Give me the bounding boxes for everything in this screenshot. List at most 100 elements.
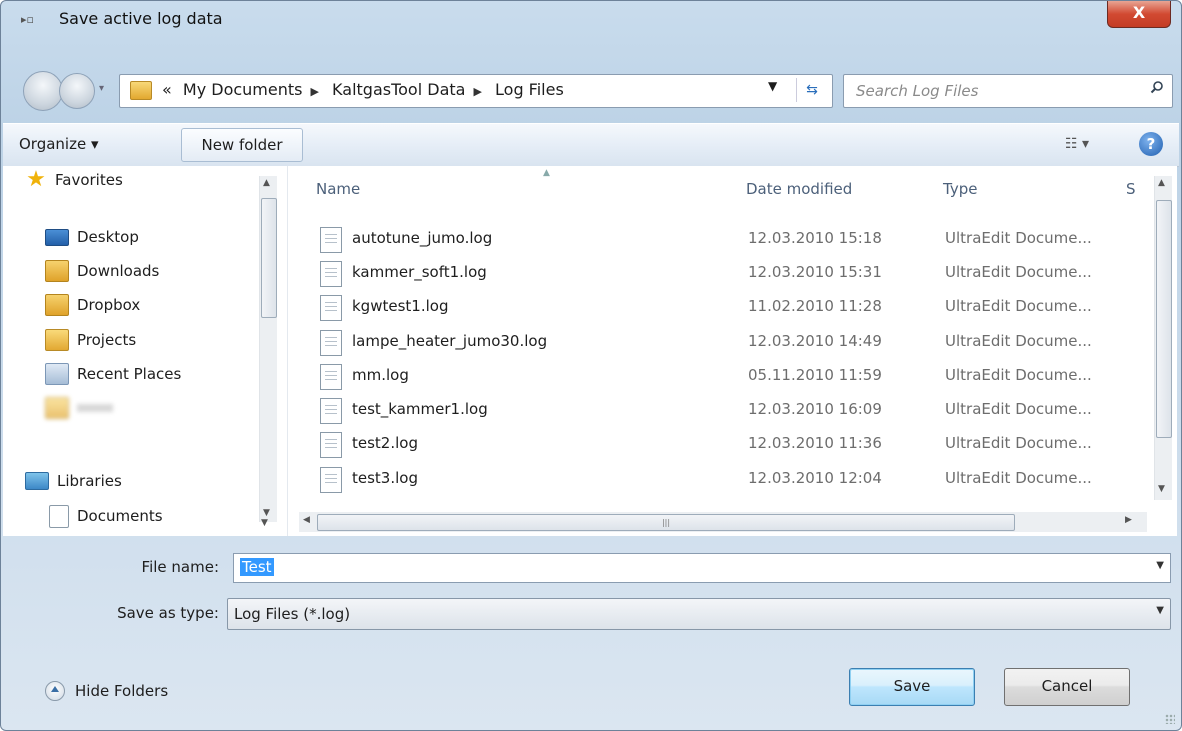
file-name-value[interactable]: Test (240, 558, 274, 576)
nav-item-redacted[interactable] (45, 394, 113, 422)
file-type: UltraEdit Docume... (945, 434, 1092, 452)
scroll-up-icon[interactable]: ▲ (263, 178, 270, 188)
nav-item-recent-places[interactable]: Recent Places (45, 360, 181, 388)
file-date: 05.11.2010 11:59 (748, 366, 882, 384)
column-header-date-modified[interactable]: Date modified (746, 180, 852, 198)
resize-grip-icon[interactable] (1165, 714, 1175, 724)
nav-item-label: Downloads (77, 262, 160, 280)
chevron-down-icon[interactable]: ▼ (768, 79, 777, 93)
scrollbar-thumb[interactable]: ||| (317, 514, 1015, 531)
column-header-name[interactable]: Name (316, 180, 360, 198)
breadcrumb-log-files[interactable]: Log Files (495, 80, 564, 99)
nav-item-label: Recent Places (77, 365, 182, 383)
log-file-icon (320, 330, 342, 356)
chevron-down-icon[interactable]: ▼ (1156, 605, 1164, 616)
sort-ascending-icon: ▲ (543, 168, 550, 178)
scroll-right-icon[interactable]: ▶ (1125, 515, 1132, 525)
log-file-icon (320, 432, 342, 458)
table-row[interactable]: test_kammer1.log 12.03.2010 16:09 UltraE… (318, 394, 1138, 426)
window-icon: ▸▫ (21, 13, 34, 26)
collapse-icon (45, 681, 65, 701)
nav-item-downloads[interactable]: Downloads (45, 257, 159, 285)
documents-icon (49, 504, 69, 528)
chevron-right-icon[interactable]: ▶ (473, 85, 481, 98)
nav-item-label: Desktop (77, 228, 139, 246)
scroll-left-icon[interactable]: ◀ (303, 515, 310, 525)
nav-item-dropbox[interactable]: Dropbox (45, 291, 140, 319)
recent-locations-icon[interactable]: ▾ (99, 83, 104, 94)
search-icon[interactable] (1150, 80, 1164, 94)
forward-button[interactable] (59, 73, 95, 109)
help-icon[interactable]: ? (1139, 132, 1163, 156)
breadcrumb-kaltgastool-data[interactable]: KaltgasTool Data (332, 80, 465, 99)
folder-icon (45, 329, 69, 351)
file-type: UltraEdit Docume... (945, 332, 1092, 350)
address-bar[interactable]: « My Documents ▶ KaltgasTool Data ▶ Log Fi… (119, 74, 833, 108)
breadcrumb-my-documents[interactable]: My Documents (183, 80, 303, 99)
nav-libraries[interactable]: Libraries (25, 467, 122, 495)
nav-vertical-scrollbar[interactable]: ▲ ▼ (259, 176, 277, 522)
scroll-down-icon[interactable]: ▼ (1158, 484, 1165, 494)
file-name: autotune_jumo.log (352, 229, 493, 247)
log-file-icon (320, 227, 342, 253)
new-folder-button[interactable]: New folder (181, 128, 303, 162)
hide-folders-button[interactable]: Hide Folders (45, 681, 168, 701)
libraries-icon (25, 472, 49, 490)
nav-favorites[interactable]: ★ Favorites (25, 166, 123, 194)
table-row[interactable]: kgwtest1.log 11.02.2010 11:28 UltraEdit … (318, 291, 1138, 323)
star-icon: ★ (26, 167, 46, 192)
file-name: test2.log (352, 434, 418, 452)
downloads-folder-icon (45, 260, 69, 282)
organize-button[interactable]: Organize ▾ (19, 135, 99, 153)
back-button[interactable] (23, 71, 63, 111)
file-name: test_kammer1.log (352, 400, 488, 418)
nav-item-desktop[interactable]: Desktop (45, 223, 139, 251)
breadcrumb-overflow[interactable]: « (162, 80, 172, 99)
table-row[interactable]: test2.log 12.03.2010 11:36 UltraEdit Doc… (318, 428, 1138, 460)
file-date: 12.03.2010 15:31 (748, 263, 882, 281)
chevron-right-icon[interactable]: ▶ (310, 85, 318, 98)
save-as-type-label: Save as type: (117, 604, 219, 622)
file-type: UltraEdit Docume... (945, 469, 1092, 487)
save-as-type-select[interactable]: Log Files (*.log) ▼ (227, 598, 1171, 630)
table-row[interactable]: mm.log 05.11.2010 11:59 UltraEdit Docume… (318, 360, 1138, 392)
close-button[interactable]: X (1107, 1, 1171, 28)
file-name: lampe_heater_jumo30.log (352, 332, 548, 350)
address-row: ▾ « My Documents ▶ KaltgasTool Data ▶ Log … (1, 65, 1181, 117)
table-row[interactable]: test3.log 12.03.2010 12:04 UltraEdit Doc… (318, 463, 1138, 495)
save-button[interactable]: Save (849, 668, 975, 706)
scroll-up-icon[interactable]: ▲ (1158, 178, 1165, 188)
file-date: 12.03.2010 14:49 (748, 332, 882, 350)
table-row[interactable]: kammer_soft1.log 12.03.2010 15:31 UltraE… (318, 257, 1138, 289)
cancel-button[interactable]: Cancel (1004, 668, 1130, 706)
chevron-down-icon[interactable]: ▼ (1156, 560, 1164, 571)
refresh-icon[interactable]: ⇆ (796, 78, 827, 102)
file-name-field[interactable]: Test ▼ (233, 553, 1171, 583)
log-file-icon (320, 261, 342, 287)
file-name: kgwtest1.log (352, 297, 449, 315)
nav-item-label: Projects (77, 331, 137, 349)
nav-item-documents[interactable]: Documents (49, 502, 163, 530)
file-type: UltraEdit Docume... (945, 297, 1092, 315)
save-as-type-value: Log Files (*.log) (234, 605, 351, 623)
scroll-down-icon[interactable]: ▼ (261, 518, 268, 528)
table-row[interactable]: autotune_jumo.log 12.03.2010 15:18 Ultra… (318, 223, 1138, 255)
scrollbar-thumb[interactable] (1156, 200, 1172, 438)
log-file-icon (320, 398, 342, 424)
dropbox-folder-icon (45, 294, 69, 316)
file-name: test3.log (352, 469, 418, 487)
column-header-size[interactable]: S (1126, 180, 1136, 198)
file-date: 11.02.2010 11:28 (748, 297, 882, 315)
save-dialog: ▸▫ Save active log data X ▾ « My Documen… (0, 0, 1182, 731)
horizontal-scrollbar[interactable]: ◀ ||| ▶ (299, 512, 1147, 532)
search-input[interactable] (854, 81, 1128, 101)
file-list: Name ▲ Date modified Type S autotune_jum… (288, 166, 1177, 536)
scrollbar-thumb[interactable] (261, 198, 277, 318)
column-header-type[interactable]: Type (943, 180, 977, 198)
nav-item-projects[interactable]: Projects (45, 326, 136, 354)
file-vertical-scrollbar[interactable]: ▲ ▼ (1154, 176, 1172, 500)
change-view-icon[interactable]: ☷ ▾ (1065, 136, 1089, 152)
scroll-down-icon[interactable]: ▼ (263, 508, 270, 518)
table-row[interactable]: lampe_heater_jumo30.log 12.03.2010 14:49… (318, 326, 1138, 358)
nav-favorites-label: Favorites (55, 171, 123, 189)
